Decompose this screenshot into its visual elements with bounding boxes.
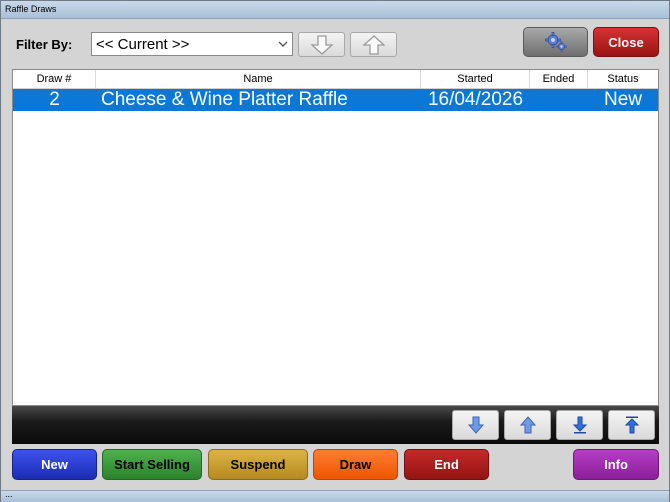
filter-move-down-button[interactable] — [298, 32, 345, 57]
filter-dropdown[interactable]: << Current >> — [91, 32, 293, 56]
filter-dropdown-value: << Current >> — [96, 36, 190, 53]
arrow-up-to-top-icon — [624, 416, 639, 434]
column-header-draw-number[interactable]: Draw # — [13, 70, 96, 88]
draw-button[interactable]: Draw — [313, 449, 398, 480]
column-header-ended[interactable]: Ended — [530, 70, 588, 88]
status-bar: ... — [1, 489, 669, 502]
filter-move-up-button[interactable] — [350, 32, 397, 57]
new-button[interactable]: New — [12, 449, 97, 480]
cell-status: New — [603, 89, 642, 110]
settings-button[interactable] — [523, 27, 588, 57]
raffle-draws-table[interactable]: Draw # Name Started Ended Status 2 Chees… — [12, 69, 659, 406]
cell-ended — [530, 89, 588, 111]
status-bar-text: ... — [5, 489, 13, 499]
cell-name: Cheese & Wine Platter Raffle — [101, 89, 348, 110]
move-to-bottom-button[interactable] — [556, 410, 603, 440]
scroll-down-button[interactable] — [452, 410, 499, 440]
raffle-draws-window: Raffle Draws Filter By: << Current >> Cl… — [0, 0, 670, 502]
arrow-down-to-bottom-icon — [572, 416, 587, 434]
cell-started: 16/04/2026 — [427, 89, 524, 110]
table-row[interactable]: 2 Cheese & Wine Platter Raffle 16/04/202… — [13, 89, 658, 111]
scroll-up-button[interactable] — [504, 410, 551, 440]
suspend-button[interactable]: Suspend — [208, 449, 308, 480]
table-header: Draw # Name Started Ended Status — [13, 70, 658, 89]
close-button[interactable]: Close — [593, 27, 659, 57]
move-to-top-button[interactable] — [608, 410, 655, 440]
filter-label: Filter By: — [16, 37, 73, 52]
column-header-started[interactable]: Started — [421, 70, 530, 88]
info-button[interactable]: Info — [573, 449, 659, 480]
column-header-name[interactable]: Name — [96, 70, 421, 88]
arrow-up-outline-icon — [361, 34, 386, 55]
chevron-down-icon — [278, 41, 288, 47]
title-bar: Raffle Draws — [1, 1, 669, 19]
column-header-status[interactable]: Status — [588, 70, 658, 88]
arrow-down-outline-icon — [309, 34, 334, 55]
arrow-down-icon — [467, 416, 484, 434]
arrow-up-icon — [519, 416, 536, 434]
end-button[interactable]: End — [404, 449, 489, 480]
cell-draw-number: 2 — [49, 89, 60, 110]
start-selling-button[interactable]: Start Selling — [102, 449, 202, 480]
window-title: Raffle Draws — [5, 4, 57, 14]
gear-icon — [544, 32, 567, 52]
